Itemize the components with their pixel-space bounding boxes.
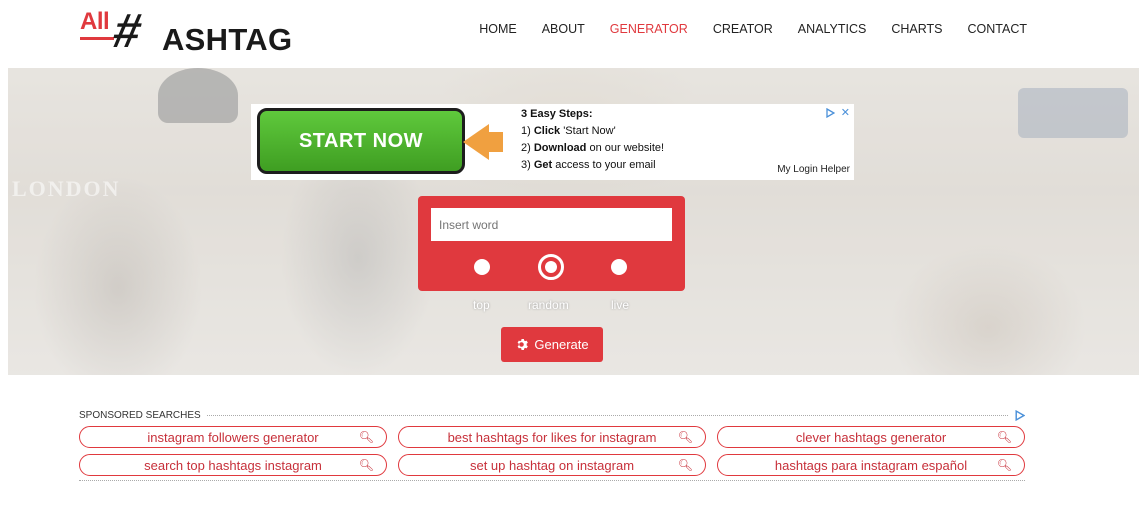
ad-step-1: 1) Click 'Start Now' xyxy=(521,125,616,137)
ad-steps-title: 3 Easy Steps: xyxy=(521,108,593,120)
sponsored-link[interactable]: instagram followers generator 🔍︎ xyxy=(79,426,387,448)
word-input[interactable] xyxy=(431,208,672,241)
nav-generator[interactable]: GENERATOR xyxy=(610,22,688,36)
logo-hash: # xyxy=(108,5,147,58)
nav-home[interactable]: HOME xyxy=(479,22,517,36)
generate-button[interactable]: Generate xyxy=(501,327,603,362)
sponsored-searches: SPONSORED SEARCHES instagram followers g… xyxy=(79,405,1025,481)
sponsored-link[interactable]: clever hashtags generator 🔍︎ xyxy=(717,426,1025,448)
site-logo[interactable]: All # ASHTAG xyxy=(80,5,293,62)
sponsored-divider xyxy=(206,414,1008,416)
radio-label-random: random xyxy=(528,298,569,312)
ad-step-2: 2) Download on our website! xyxy=(521,142,665,154)
search-icon: 🔍︎ xyxy=(996,458,1012,472)
ad-start-now-button[interactable]: START NOW xyxy=(257,108,465,174)
main-nav: HOME ABOUT GENERATOR CREATOR ANALYTICS C… xyxy=(454,22,1027,36)
sponsored-link[interactable]: set up hashtag on instagram 🔍︎ xyxy=(398,454,706,476)
nav-creator[interactable]: CREATOR xyxy=(713,22,773,36)
ad-arrow-tail xyxy=(487,132,503,152)
sponsored-link[interactable]: hashtags para instagram español 🔍︎ xyxy=(717,454,1025,476)
ad-banner[interactable]: START NOW 3 Easy Steps: 1) Click 'Start … xyxy=(251,104,854,180)
radio-label-live: live xyxy=(611,298,630,312)
adchoices-icon[interactable]: ✕ xyxy=(825,106,850,119)
search-icon: 🔍︎ xyxy=(358,430,374,444)
sponsored-grid: instagram followers generator 🔍︎ best has… xyxy=(79,426,1025,476)
logo-underline xyxy=(80,37,114,40)
nav-charts[interactable]: CHARTS xyxy=(891,22,942,36)
sponsored-link[interactable]: search top hashtags instagram 🔍︎ xyxy=(79,454,387,476)
nav-analytics[interactable]: ANALYTICS xyxy=(798,22,867,36)
logo-ashtag: ASHTAG xyxy=(162,22,293,57)
hero-section: LONDON START NOW 3 Easy Steps: 1) Click … xyxy=(8,68,1139,375)
radio-live[interactable] xyxy=(611,259,627,275)
generate-label: Generate xyxy=(534,337,589,352)
nav-contact[interactable]: CONTACT xyxy=(968,22,1028,36)
site-header: All # ASHTAG HOME ABOUT GENERATOR CREATO… xyxy=(0,0,1139,68)
sponsored-bottom-divider xyxy=(79,480,1025,481)
radio-label-top: top xyxy=(473,298,490,312)
ad-steps: 3 Easy Steps: 1) Click 'Start Now' 2) Do… xyxy=(521,106,664,174)
radio-top[interactable] xyxy=(474,259,490,275)
logo-all: All xyxy=(80,8,110,35)
search-icon: 🔍︎ xyxy=(996,430,1012,444)
search-icon: 🔍︎ xyxy=(358,458,374,472)
adchoices-triangle-icon xyxy=(826,107,836,119)
ad-advertiser: My Login Helper xyxy=(777,164,850,175)
ad-arrow-icon xyxy=(463,124,489,160)
sponsored-link[interactable]: best hashtags for likes for instagram 🔍︎ xyxy=(398,426,706,448)
ad-step-3: 3) Get access to your email xyxy=(521,159,656,171)
radio-random[interactable] xyxy=(538,254,564,280)
nav-about[interactable]: ABOUT xyxy=(542,22,585,36)
search-icon: 🔍︎ xyxy=(677,458,693,472)
gear-icon xyxy=(517,338,529,351)
ad-close-icon[interactable]: ✕ xyxy=(841,107,850,119)
adchoices-icon[interactable] xyxy=(1014,409,1025,421)
search-icon: 🔍︎ xyxy=(677,430,693,444)
sponsored-header: SPONSORED SEARCHES xyxy=(79,405,1025,425)
sponsored-title: SPONSORED SEARCHES xyxy=(79,409,201,421)
generator-panel xyxy=(418,196,685,291)
